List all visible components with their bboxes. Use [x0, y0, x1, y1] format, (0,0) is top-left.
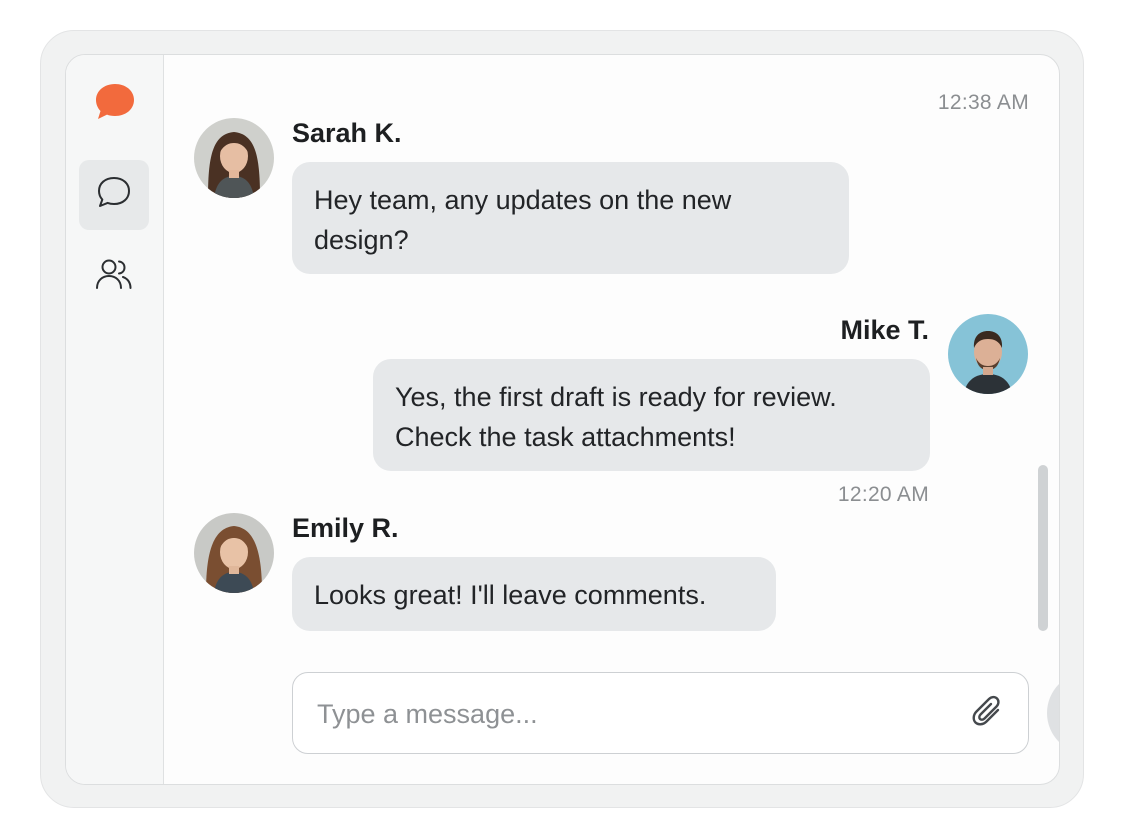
paperclip-icon [968, 692, 1008, 737]
message-bubble: Looks great! I'll leave comments. [292, 557, 776, 631]
message-composer [292, 672, 1029, 755]
message-input[interactable] [315, 673, 939, 755]
attach-button[interactable] [966, 692, 1010, 736]
chat-icon [94, 173, 134, 218]
message-bubble: Yes, the first draft is ready for review… [373, 359, 930, 471]
chat-window: 12:38 AM Sarah K. Hey team, any updates … [65, 54, 1060, 785]
send-button[interactable] [1047, 672, 1059, 754]
scrollbar-thumb[interactable] [1038, 465, 1048, 631]
avatar-sarah[interactable] [194, 118, 274, 198]
message-list: 12:38 AM Sarah K. Hey team, any updates … [164, 55, 1059, 784]
avatar-emily[interactable] [194, 513, 274, 593]
sender-name: Sarah K. [292, 118, 402, 148]
sender-name: Mike T. [840, 315, 929, 345]
sidebar [66, 55, 164, 784]
sender-name: Emily R. [292, 513, 399, 543]
chat-bubble-logo-icon [94, 82, 136, 122]
message-timestamp: 12:38 AM [937, 91, 1029, 114]
message-timestamp: 12:20 AM [837, 483, 929, 506]
sidebar-item-chats[interactable] [79, 160, 149, 230]
users-icon [93, 255, 135, 300]
sidebar-item-contacts[interactable] [79, 242, 149, 312]
avatar-mike[interactable] [948, 314, 1028, 394]
message-bubble: Hey team, any updates on the new design? [292, 162, 849, 274]
